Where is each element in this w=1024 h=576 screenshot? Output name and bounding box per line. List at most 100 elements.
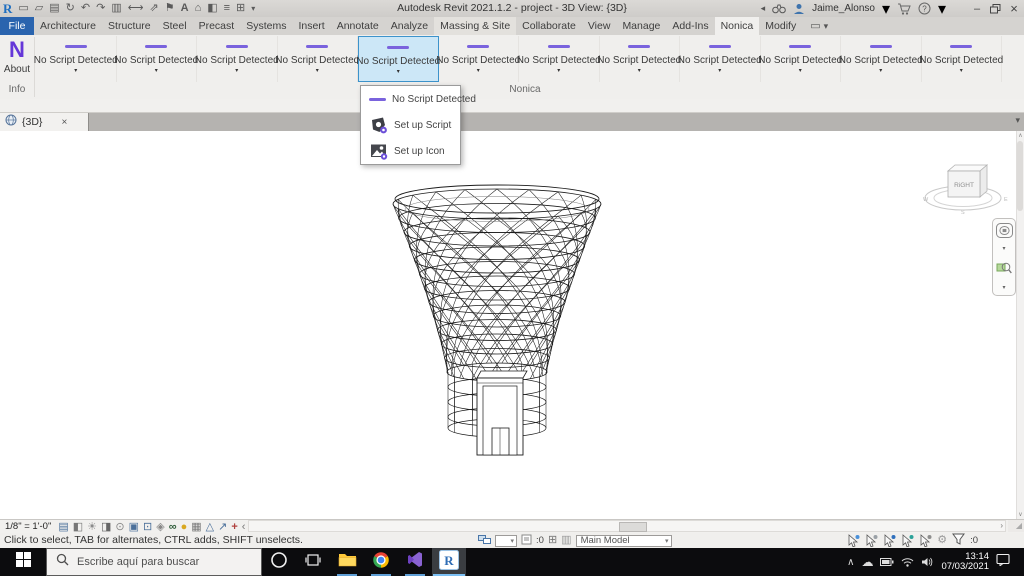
compass-letter[interactable]: W bbox=[923, 197, 929, 203]
customize-qat-icon[interactable]: ▾ bbox=[251, 3, 255, 14]
show-rendering-icon[interactable]: ⊙ bbox=[113, 521, 126, 533]
no-script-button-3[interactable]: No Script Detected▾ bbox=[197, 36, 278, 82]
analytical-model-icon[interactable]: △ bbox=[204, 521, 216, 533]
chevron-down-icon[interactable]: ▾ bbox=[235, 67, 238, 74]
view-tab-3d[interactable]: {3D} × bbox=[0, 113, 89, 131]
chevron-down-icon[interactable]: ▾ bbox=[1002, 245, 1005, 252]
vertical-scrollbar-thumb[interactable] bbox=[1017, 141, 1023, 211]
chevron-left-icon[interactable]: ‹ bbox=[242, 521, 246, 533]
signed-in-user[interactable]: Jaime_Alonso bbox=[812, 3, 875, 14]
chevron-down-icon[interactable]: ▾ bbox=[316, 67, 319, 74]
section-icon[interactable]: ◧ bbox=[207, 3, 217, 14]
no-script-button-10[interactable]: No Script Detected▾ bbox=[761, 36, 842, 82]
menu-item-no-script-detected[interactable]: No Script Detected bbox=[361, 86, 460, 112]
main-model-icon[interactable]: ▥ bbox=[561, 535, 571, 546]
select-pinned-icon[interactable] bbox=[883, 534, 896, 547]
scale-button[interactable]: 1/8" = 1'-0" bbox=[0, 521, 56, 532]
taskbar-app-cortana[interactable] bbox=[262, 548, 296, 576]
action-center-icon[interactable] bbox=[996, 553, 1010, 571]
taskbar-search[interactable]: Escribe aquí para buscar bbox=[46, 548, 262, 576]
navigation-wheel-icon[interactable] bbox=[996, 223, 1013, 243]
network-icon[interactable] bbox=[901, 557, 914, 567]
battery-icon[interactable] bbox=[880, 558, 894, 566]
taskbar-app-file-explorer[interactable] bbox=[330, 548, 364, 576]
worksets-icon[interactable] bbox=[478, 532, 491, 550]
revit-app-icon[interactable]: R bbox=[3, 2, 12, 15]
tab-manage[interactable]: Manage bbox=[616, 17, 666, 35]
print-icon[interactable]: ▥ bbox=[111, 3, 121, 14]
chevron-down-icon[interactable]: ▾ bbox=[74, 67, 77, 74]
detail-level-icon[interactable]: ▤ bbox=[56, 521, 70, 533]
viewcube-front-face-label[interactable]: RiGHT bbox=[954, 182, 974, 189]
horizontal-scrollbar-thumb[interactable] bbox=[619, 522, 647, 532]
tab-view[interactable]: View bbox=[582, 17, 617, 35]
undo-icon[interactable]: ↶ bbox=[81, 3, 90, 14]
chevron-down-icon[interactable]: ▾ bbox=[397, 68, 400, 75]
crop-view-icon[interactable]: ▣ bbox=[127, 521, 141, 533]
tab-add-ins[interactable]: Add-Ins bbox=[666, 17, 714, 35]
no-script-button-6[interactable]: No Script Detected▾ bbox=[439, 36, 520, 82]
close-button[interactable]: × bbox=[1007, 1, 1021, 16]
open-icon[interactable]: ▱ bbox=[35, 3, 43, 14]
reveal-constraints-icon[interactable]: + bbox=[229, 521, 239, 533]
tab-insert[interactable]: Insert bbox=[292, 17, 330, 35]
modify-extra-tool[interactable]: ▭ ▾ bbox=[802, 17, 828, 35]
compass-letter[interactable]: E bbox=[1004, 197, 1008, 203]
unlocked-view-icon[interactable]: ◈ bbox=[154, 521, 166, 533]
menu-item-set-up-icon[interactable]: Set up Icon bbox=[361, 138, 460, 164]
minimize-ribbon-icon[interactable]: ▾ bbox=[1015, 115, 1020, 126]
collapse-left-icon[interactable]: ◂ bbox=[761, 3, 766, 14]
taskbar-app-revit[interactable]: R bbox=[432, 548, 466, 576]
taskbar-app-task-view[interactable] bbox=[296, 548, 330, 576]
hidden-icons-icon[interactable]: ∧ bbox=[847, 557, 854, 568]
dimension-icon[interactable]: ⟷ bbox=[128, 3, 144, 14]
chevron-down-icon[interactable]: ▾ bbox=[477, 67, 480, 74]
chevron-down-icon[interactable]: ▾ bbox=[799, 67, 802, 74]
active-workset-select[interactable]: ▾ bbox=[495, 535, 517, 547]
cart-icon[interactable] bbox=[897, 3, 911, 15]
menu-item-set-up-script[interactable]: Set up Script bbox=[361, 112, 460, 138]
no-script-button-5[interactable]: No Script Detected▾ bbox=[358, 36, 439, 82]
tag-icon[interactable]: ⚑ bbox=[165, 3, 175, 14]
taskbar-app-chrome[interactable] bbox=[364, 548, 398, 576]
tab-nonica[interactable]: Nonica bbox=[715, 17, 760, 35]
select-by-face-icon[interactable] bbox=[901, 534, 914, 547]
tab-file[interactable]: File bbox=[0, 17, 34, 35]
design-options-icon[interactable]: ⊞ bbox=[548, 535, 557, 546]
volume-icon[interactable] bbox=[921, 557, 934, 567]
tab-annotate[interactable]: Annotate bbox=[331, 17, 385, 35]
tab-steel[interactable]: Steel bbox=[157, 17, 193, 35]
editing-requests-icon[interactable] bbox=[521, 532, 532, 550]
shadows-off-icon[interactable]: ◨ bbox=[99, 521, 113, 533]
chevron-down-icon[interactable]: ▾ bbox=[879, 67, 882, 74]
reveal-hidden-icon[interactable]: ● bbox=[179, 521, 190, 533]
select-underlay-icon[interactable] bbox=[865, 534, 878, 547]
sync-icon[interactable]: ↻ bbox=[66, 3, 75, 14]
taskbar-clock[interactable]: 13:14 07/03/2021 bbox=[941, 552, 989, 573]
settings-gear-icon[interactable]: ⚙ bbox=[937, 535, 947, 546]
crop-region-icon[interactable]: ⊡ bbox=[141, 521, 154, 533]
taskbar-app-visual-studio[interactable] bbox=[398, 548, 432, 576]
minimize-button[interactable]: – bbox=[970, 3, 984, 15]
measure-icon[interactable]: ⇗ bbox=[150, 3, 159, 14]
no-script-button-9[interactable]: No Script Detected▾ bbox=[680, 36, 761, 82]
onedrive-icon[interactable]: ☁ bbox=[861, 555, 873, 569]
text-icon[interactable]: A bbox=[181, 3, 189, 14]
default-3d-view-icon[interactable]: ⌂ bbox=[195, 3, 202, 14]
close-view-icon[interactable]: × bbox=[61, 117, 67, 128]
displacement-sets-icon[interactable]: ↗ bbox=[216, 521, 229, 533]
redo-icon[interactable]: ↷ bbox=[96, 3, 105, 14]
chevron-down-icon[interactable]: ▾ bbox=[557, 67, 560, 74]
horizontal-scrollbar[interactable]: › bbox=[248, 520, 1006, 532]
visual-style-icon[interactable]: ◧ bbox=[71, 521, 85, 533]
chevron-down-icon[interactable]: ▾ bbox=[960, 67, 963, 74]
vertical-scrollbar[interactable]: ∧ ∨ bbox=[1016, 131, 1024, 519]
restore-button[interactable] bbox=[990, 4, 1001, 14]
user-avatar-icon[interactable] bbox=[793, 3, 805, 15]
drag-on-selection-icon[interactable] bbox=[919, 534, 932, 547]
drawing-area[interactable]: RiGHT WSE ▾ ▾ ∧ ∨ bbox=[0, 131, 1024, 519]
tab-collaborate[interactable]: Collaborate bbox=[516, 17, 582, 35]
save-icon[interactable]: ▤ bbox=[49, 3, 59, 14]
no-script-button-7[interactable]: No Script Detected▾ bbox=[519, 36, 600, 82]
filter-icon[interactable] bbox=[952, 532, 965, 550]
